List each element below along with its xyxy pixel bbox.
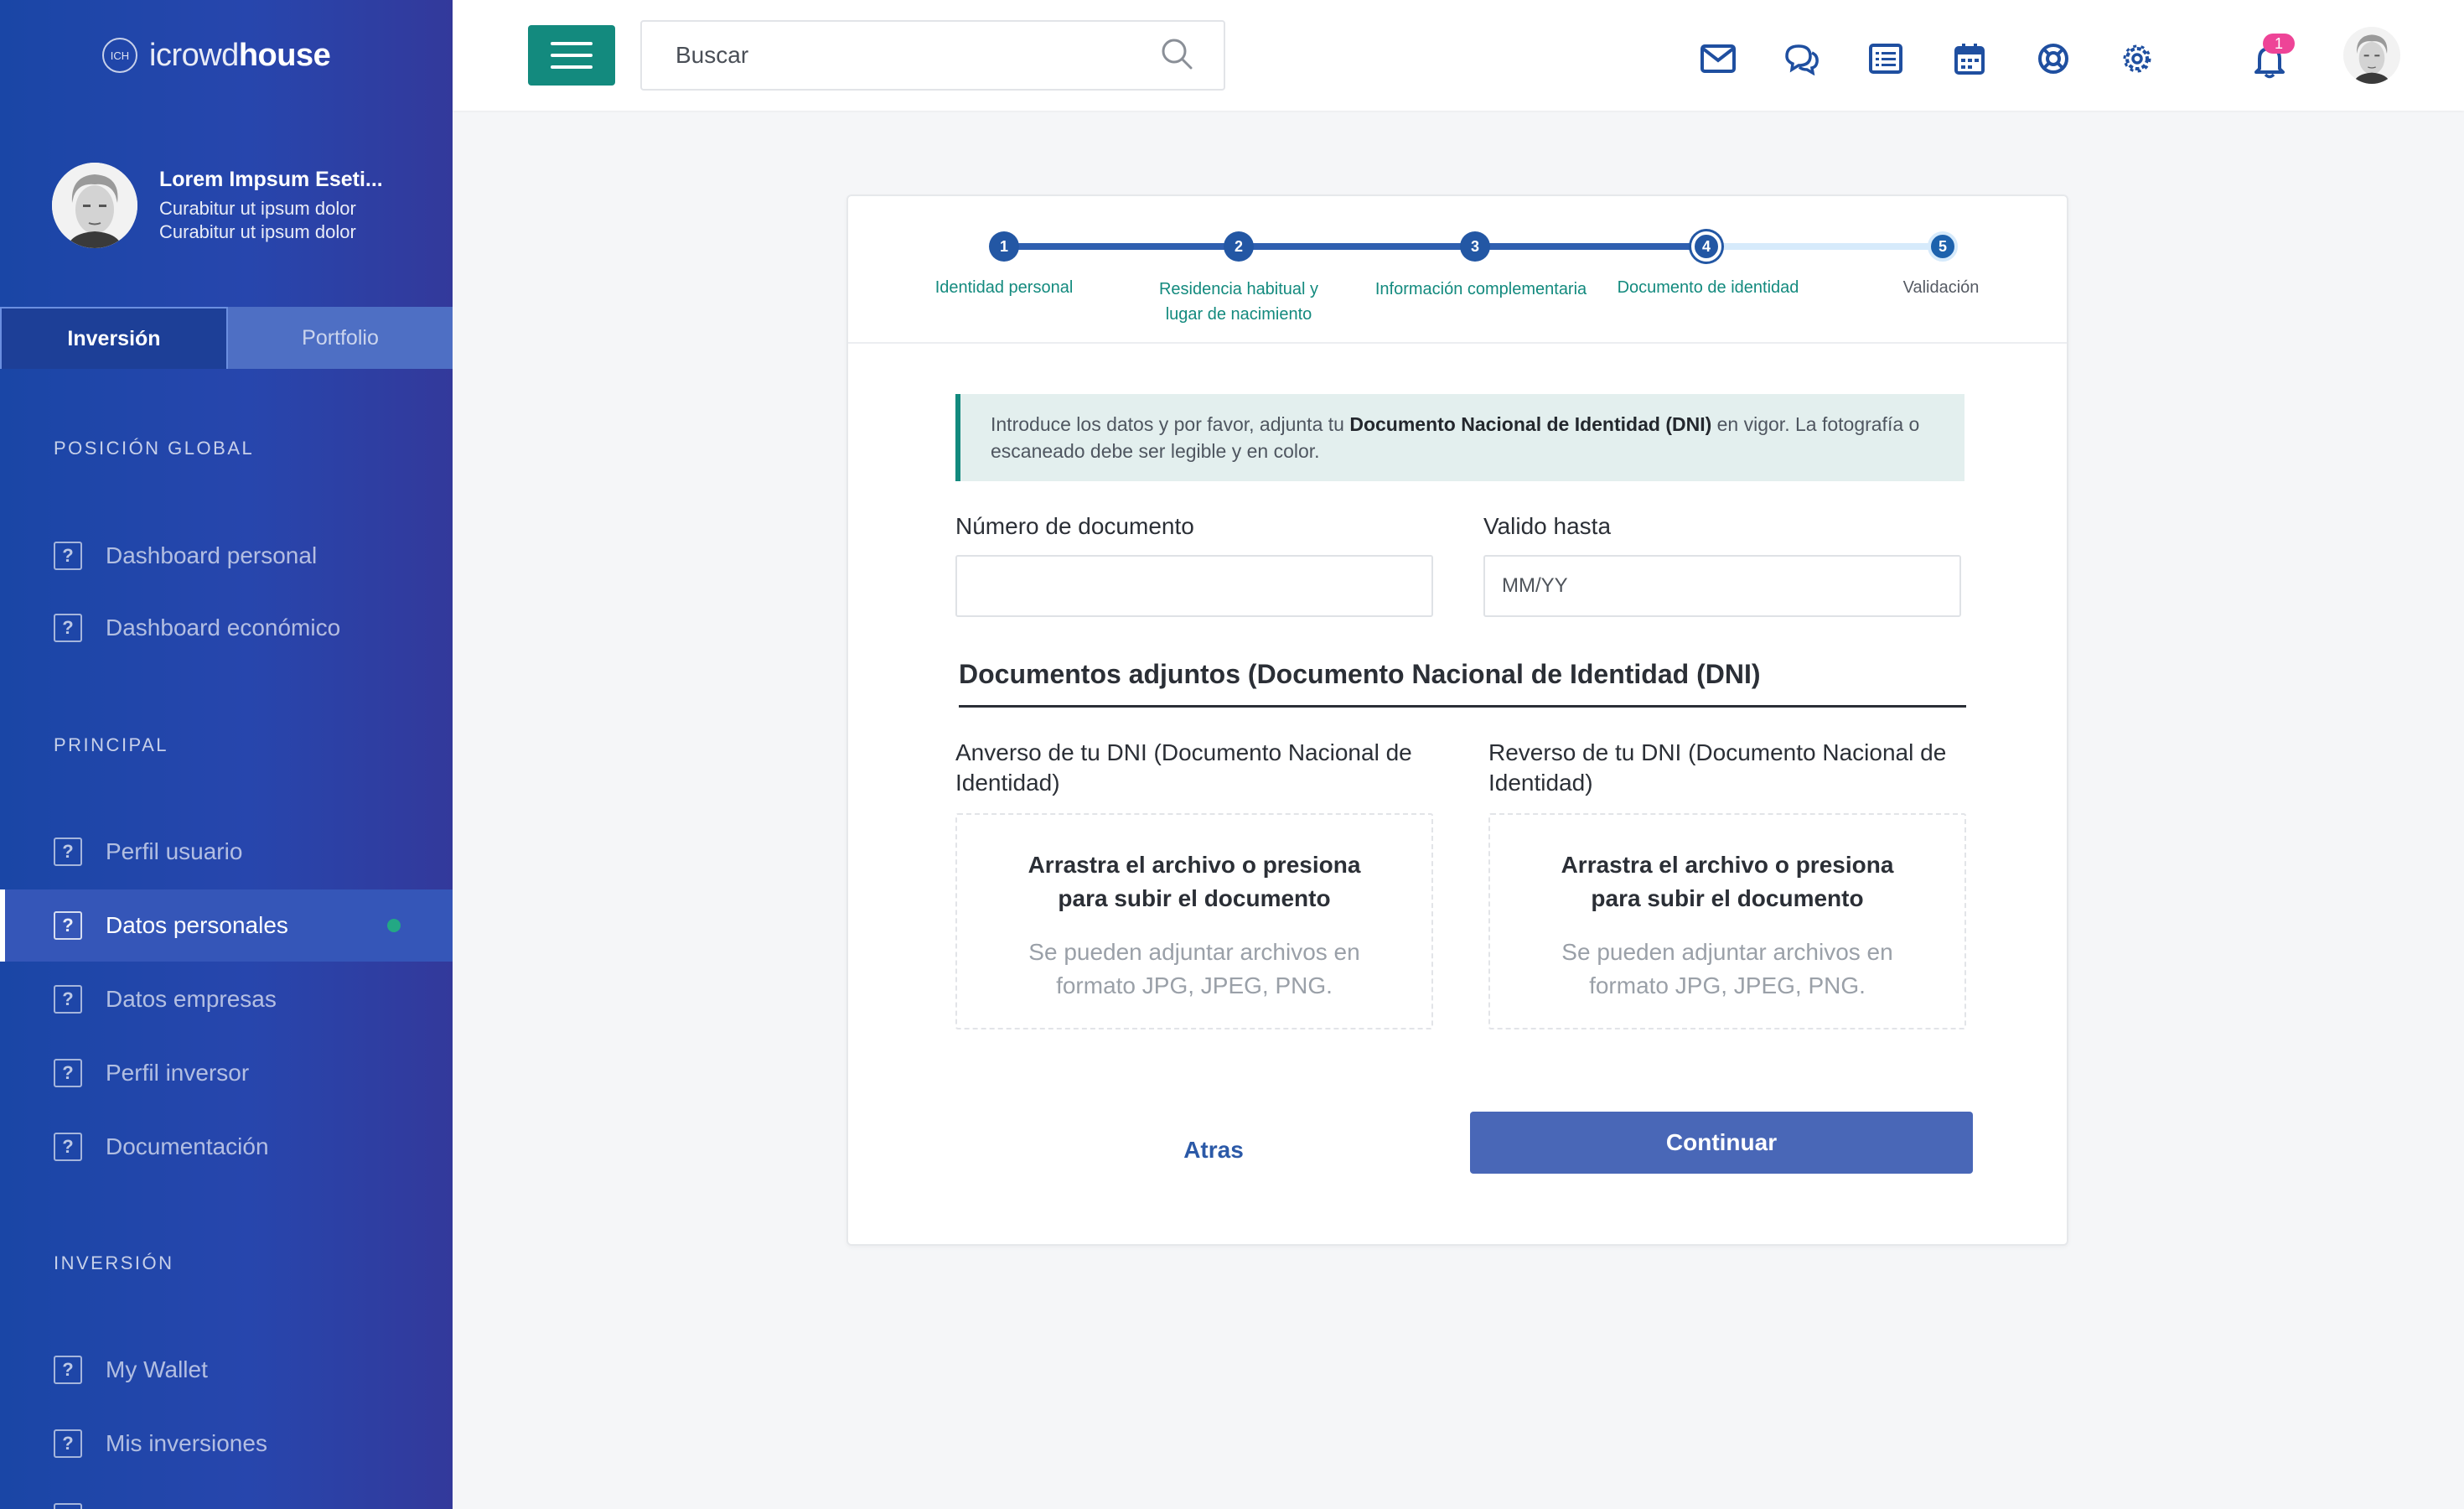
hamburger-menu-button[interactable] <box>528 25 615 86</box>
section-title-inversion: INVERSIÓN <box>54 1252 174 1273</box>
active-indicator-dot <box>387 919 401 932</box>
logo-mark: ICH <box>102 38 137 73</box>
sidebar-item-partial[interactable]: ? <box>0 1481 453 1509</box>
valid-until-label: Valido hasta <box>1483 513 1612 539</box>
search-box <box>640 20 1225 91</box>
back-dropzone[interactable]: Arrastra el archivo o presiona para subi… <box>1488 813 1966 1029</box>
mail-icon[interactable] <box>1700 42 1737 75</box>
sidebar-item-datos-empresas[interactable]: ? Datos empresas <box>0 963 453 1035</box>
gear-icon[interactable] <box>2119 42 2156 75</box>
user-subtitle-1: Curabitur ut ipsum dolor <box>159 197 356 219</box>
sidebar-tabs: Inversión Portfolio <box>0 307 453 369</box>
step-1-label: Identidad personal <box>934 278 1074 297</box>
info-notice: Introduce los datos y por favor, adjunta… <box>955 394 1964 481</box>
help-icon: ? <box>54 542 82 570</box>
step-3-circle[interactable]: 3 <box>1460 231 1490 262</box>
sidebar-item-label: Documentación <box>106 1133 269 1159</box>
dropzone-hint: Se pueden adjuntar archivos en formato J… <box>1028 939 1360 998</box>
document-number-label: Número de documento <box>955 513 1194 539</box>
logo-text: icrowdhouse <box>149 37 331 73</box>
sidebar-item-label: Datos empresas <box>106 986 277 1012</box>
avatar[interactable] <box>52 163 137 248</box>
help-icon: ? <box>54 1059 82 1087</box>
step-2-label: Residencia habitual y lugar de nacimiento <box>1158 280 1319 324</box>
help-icon: ? <box>54 1356 82 1384</box>
document-number-input[interactable] <box>955 555 1433 617</box>
sidebar-item-documentacion[interactable]: ? Documentación <box>0 1111 453 1183</box>
help-icon: ? <box>54 985 82 1014</box>
sidebar-item-label: Perfil inversor <box>106 1060 250 1086</box>
brand-logo[interactable]: ICH icrowdhouse <box>102 34 331 77</box>
sidebar-item-label: Datos personales <box>106 912 288 938</box>
step-3-label: Información complementaria <box>1374 280 1587 298</box>
help-icon: ? <box>54 837 82 866</box>
user-avatar[interactable] <box>2343 27 2400 84</box>
sidebar-item-mis-inversiones[interactable]: ? Mis inversiones <box>0 1408 453 1480</box>
step-4-circle[interactable]: 4 <box>1691 231 1721 262</box>
stepper-remaining-line <box>1710 243 1949 250</box>
sidebar-item-label: Dashboard económico <box>106 614 341 640</box>
help-icon: ? <box>54 1429 82 1458</box>
lifebuoy-icon[interactable] <box>2035 42 2072 75</box>
notification-badge: 1 <box>2263 34 2295 54</box>
list-icon[interactable] <box>1867 42 1904 75</box>
section-title-posicion-global: POSICIÓN GLOBAL <box>54 438 255 459</box>
valid-until-input[interactable] <box>1483 555 1961 617</box>
front-dropzone[interactable]: Arrastra el archivo o presiona para subi… <box>955 813 1433 1029</box>
top-icons <box>1700 42 2203 75</box>
back-button[interactable]: Atras <box>1130 1125 1297 1175</box>
top-bar: 1 <box>453 0 2464 111</box>
tab-inversion[interactable]: Inversión <box>0 307 228 369</box>
front-upload-label: Anverso de tu DNI (Documento Nacional de… <box>955 739 1412 796</box>
chat-icon[interactable] <box>1783 42 1820 75</box>
dropzone-hint: Se pueden adjuntar archivos en formato J… <box>1561 939 1893 998</box>
step-5-circle[interactable]: 5 <box>1928 231 1958 262</box>
search-input[interactable] <box>676 42 1160 69</box>
sidebar-item-label: My Wallet <box>106 1356 208 1382</box>
dropzone-title: Arrastra el archivo o presiona para subi… <box>1028 852 1361 911</box>
sidebar-item-label: Mis inversiones <box>106 1430 267 1456</box>
help-icon: ? <box>54 911 82 940</box>
calendar-icon[interactable] <box>1951 42 1988 75</box>
section-title-principal: PRINCIPAL <box>54 734 169 755</box>
sidebar-item-perfil-usuario[interactable]: ? Perfil usuario <box>0 816 453 888</box>
help-icon: ? <box>54 1133 82 1161</box>
step-4-label: Documento de identidad <box>1617 278 1799 297</box>
step-5-label: Validación <box>1902 278 1980 297</box>
sidebar-item-datos-personales[interactable]: ? Datos personales <box>0 889 453 962</box>
sidebar-item-label: Dashboard personal <box>106 542 318 568</box>
stepper: 1 2 3 4 5 Identidad personal Residencia … <box>848 196 2067 344</box>
dropzone-title: Arrastra el archivo o presiona para subi… <box>1561 852 1894 911</box>
step-2-circle[interactable]: 2 <box>1224 231 1254 262</box>
sidebar-item-label: Perfil usuario <box>106 838 243 864</box>
form-card: 1 2 3 4 5 Identidad personal Residencia … <box>846 194 2068 1246</box>
help-icon: ? <box>54 614 82 642</box>
stepper-progress-line <box>1004 243 1710 250</box>
sidebar: ICH icrowdhouse Lorem Impsum Eseti... Cu… <box>0 0 453 1509</box>
user-name: Lorem Impsum Eseti... <box>159 167 383 191</box>
search-icon[interactable] <box>1160 37 1193 75</box>
user-profile: Lorem Impsum Eseti... Curabitur ut ipsum… <box>52 163 383 248</box>
sidebar-item-perfil-inversor[interactable]: ? Perfil inversor <box>0 1037 453 1109</box>
help-icon: ? <box>54 1503 82 1509</box>
sidebar-item-dashboard-personal[interactable]: ? Dashboard personal <box>0 520 453 592</box>
tab-portfolio[interactable]: Portfolio <box>228 307 453 369</box>
user-subtitle-2: Curabitur ut ipsum dolor <box>159 220 356 242</box>
step-1-circle[interactable]: 1 <box>989 231 1019 262</box>
attachments-heading: Documentos adjuntos (Documento Nacional … <box>959 654 1966 708</box>
sidebar-item-dashboard-economico[interactable]: ? Dashboard económico <box>0 592 453 664</box>
sidebar-item-my-wallet[interactable]: ? My Wallet <box>0 1334 453 1406</box>
continue-button[interactable]: Continuar <box>1470 1112 1973 1174</box>
back-upload-label: Reverso de tu DNI (Documento Nacional de… <box>1488 739 1947 796</box>
